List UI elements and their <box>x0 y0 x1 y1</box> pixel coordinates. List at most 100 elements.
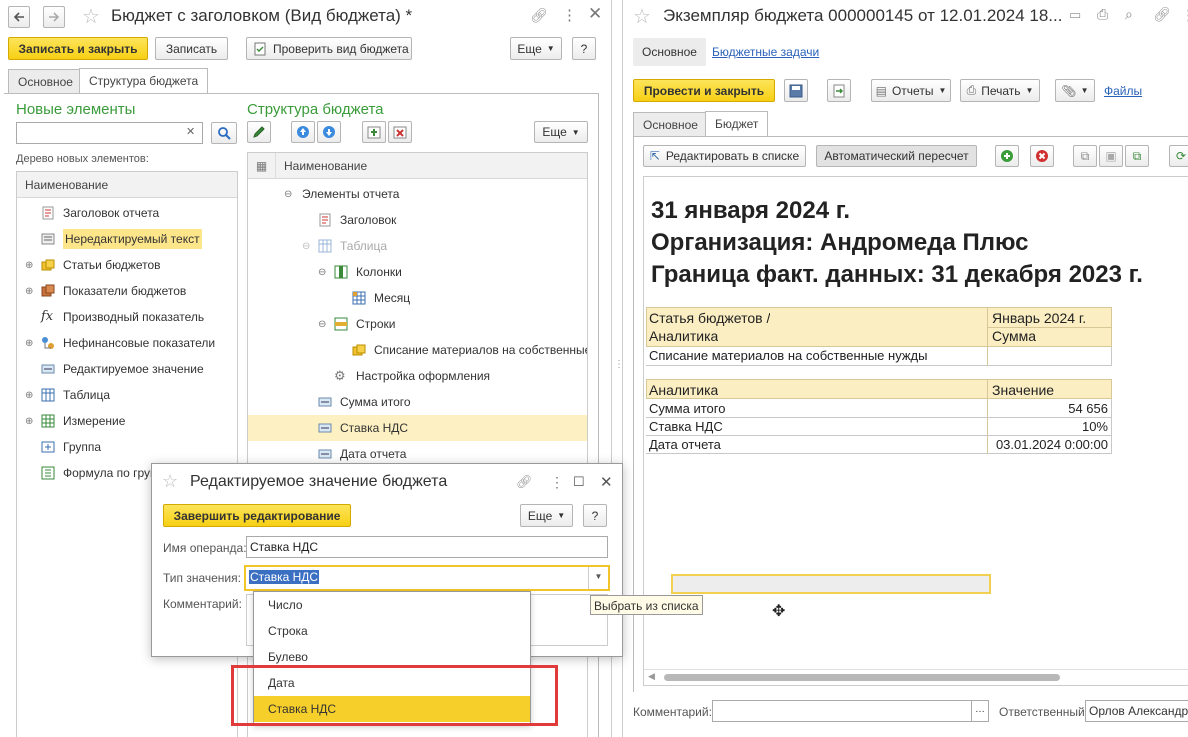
tree-item[interactable]: Заголовок отчета <box>17 200 237 226</box>
structure-item[interactable]: Списание материалов на собственные нужды <box>248 337 587 363</box>
tree-item[interactable]: fx Производный показатель <box>17 304 237 330</box>
save-icon[interactable]: ▭ <box>1069 7 1081 23</box>
more-vert-icon[interactable]: ⋮ <box>562 6 577 24</box>
expand-icon[interactable]: ⊕ <box>25 416 41 427</box>
save-button[interactable]: Записать <box>155 37 228 60</box>
tree-item[interactable]: ⊕ Таблица <box>17 382 237 408</box>
grid-settings-icon[interactable]: ▦ <box>248 153 276 179</box>
search-input[interactable] <box>16 122 203 144</box>
nav-main[interactable]: Основное <box>633 38 706 66</box>
type-field[interactable]: Ставка НДС <box>244 565 610 591</box>
close-icon[interactable]: ✕ <box>588 4 602 24</box>
operand-field[interactable]: Ставка НДС <box>246 536 608 558</box>
report-sheet[interactable]: 31 января 2024 г. Организация: Андромеда… <box>643 176 1188 686</box>
clear-icon[interactable]: ✕ <box>186 125 195 138</box>
edit-list-button[interactable]: ⇱ Редактировать в списке <box>643 145 806 167</box>
nav-budget-tasks[interactable]: Бюджетные задачи <box>712 45 819 59</box>
check-button[interactable]: Проверить вид бюджета <box>246 37 412 60</box>
tree-item[interactable]: Редактируемое значение <box>17 356 237 382</box>
star-icon[interactable]: ☆ <box>82 4 100 29</box>
tree-item[interactable]: ⊕ Измерение <box>17 408 237 434</box>
splitter-handle[interactable]: ⋮ <box>614 360 624 378</box>
expand-icon[interactable]: ⊕ <box>25 390 41 401</box>
delete-row-button[interactable] <box>1030 145 1054 167</box>
tree-item-selected[interactable]: Нередактируемый текст <box>17 226 237 252</box>
link-icon[interactable]: 🔗︎ <box>1153 6 1171 23</box>
back-button[interactable] <box>8 6 30 28</box>
reports-button[interactable]: ▤ Отчеты ▼ <box>871 79 951 102</box>
help-button[interactable]: ? <box>572 37 596 60</box>
selected-cell[interactable] <box>671 574 991 594</box>
preview-icon[interactable]: ⌕ <box>1125 6 1133 23</box>
add-row-button[interactable] <box>995 145 1019 167</box>
tree-column-header[interactable]: Наименование <box>17 172 237 198</box>
collapse-icon[interactable]: ⊖ <box>318 267 334 278</box>
collapse-icon[interactable]: ⊖ <box>302 241 318 252</box>
files-link[interactable]: Файлы <box>1104 84 1142 98</box>
tree-item[interactable]: ⊕ Статьи бюджетов <box>17 252 237 278</box>
edit-button[interactable] <box>247 121 271 143</box>
structure-item[interactable]: ⊖ Элементы отчета <box>248 181 587 207</box>
more-vert-icon[interactable]: ⋮ <box>550 474 564 491</box>
expand-icon[interactable]: ⊕ <box>25 286 41 297</box>
refresh-button[interactable]: ⟳ <box>1169 145 1188 167</box>
star-icon[interactable]: ☆ <box>162 471 178 492</box>
move-up-button[interactable] <box>291 121 315 143</box>
expand-icon[interactable]: ⊕ <box>25 338 41 349</box>
star-icon[interactable]: ☆ <box>633 4 651 29</box>
comment-select-button[interactable]: … <box>971 700 989 722</box>
save-close-button[interactable]: Записать и закрыть <box>8 37 148 60</box>
collapse-icon[interactable]: ⊖ <box>284 189 302 200</box>
tab-budget[interactable]: Бюджет <box>705 111 769 136</box>
scroll-left-icon[interactable]: ◀ <box>648 671 655 682</box>
tab-main[interactable]: Основное <box>8 69 83 93</box>
paste-special-button[interactable]: ⧉ <box>1125 145 1149 167</box>
expand-icon[interactable]: ⊕ <box>25 260 41 271</box>
post-close-button[interactable]: Провести и закрыть <box>633 79 775 102</box>
tab-main[interactable]: Основное <box>633 112 708 136</box>
structure-item[interactable]: ⊖ Строки <box>248 311 587 337</box>
comment-field[interactable] <box>712 700 972 722</box>
tree-item[interactable]: ⊕ Нефинансовые показатели <box>17 330 237 356</box>
print-icon[interactable]: ⎙ <box>1097 6 1108 23</box>
maximize-icon[interactable]: ☐ <box>573 474 585 490</box>
structure-item[interactable]: Сумма итого <box>248 389 587 415</box>
related-docs-button[interactable] <box>827 79 851 102</box>
collapse-icon[interactable]: ⊖ <box>318 319 334 330</box>
link-icon[interactable]: 🔗︎ <box>530 7 548 24</box>
paste-button[interactable]: ▣ <box>1099 145 1123 167</box>
forward-button[interactable] <box>43 6 65 28</box>
delete-element-button[interactable] <box>388 121 412 143</box>
save-doc-button[interactable] <box>784 79 808 102</box>
responsible-field[interactable]: Орлов Александр <box>1085 700 1188 722</box>
dialog-help-button[interactable]: ? <box>583 504 607 527</box>
type-dropdown-button[interactable]: ▼ <box>588 567 608 589</box>
dropdown-option[interactable]: Число <box>254 592 530 618</box>
link-icon[interactable]: 🔗︎ <box>516 474 533 490</box>
dialog-more-button[interactable]: Еще ▼ <box>520 504 573 527</box>
structure-item-selected[interactable]: Ставка НДС <box>248 415 587 441</box>
finish-edit-button[interactable]: Завершить редактирование <box>163 504 351 527</box>
tree-item[interactable]: ⊕ Показатели бюджетов <box>17 278 237 304</box>
close-icon[interactable]: ✕ <box>600 473 613 491</box>
horizontal-scrollbar[interactable]: ◀ <box>644 669 1188 685</box>
more-vert-icon[interactable]: ⋮ <box>1181 6 1188 24</box>
structure-column-header[interactable]: ▦ Наименование <box>248 153 587 179</box>
add-element-button[interactable] <box>362 121 386 143</box>
attach-button[interactable]: 📎︎ ▼ <box>1055 79 1095 102</box>
structure-item[interactable]: ⊖ Таблица <box>248 233 587 259</box>
structure-item[interactable]: ⚙ Настройка оформления <box>248 363 587 389</box>
auto-recalc-toggle[interactable]: Автоматический пересчет <box>816 145 977 167</box>
structure-more-button[interactable]: Еще ▼ <box>534 121 588 143</box>
more-button[interactable]: Еще ▼ <box>510 37 562 60</box>
structure-item[interactable]: Месяц <box>248 285 587 311</box>
search-button[interactable] <box>211 122 237 144</box>
move-down-button[interactable] <box>317 121 341 143</box>
tree-item[interactable]: Группа <box>17 434 237 460</box>
structure-item[interactable]: Заголовок <box>248 207 587 233</box>
scroll-thumb[interactable] <box>664 674 1060 681</box>
tab-structure[interactable]: Структура бюджета <box>79 68 209 93</box>
structure-item[interactable]: ⊖ Колонки <box>248 259 587 285</box>
copy-button[interactable]: ⧉ <box>1073 145 1097 167</box>
print-button[interactable]: ⎙ Печать ▼ <box>960 79 1040 102</box>
